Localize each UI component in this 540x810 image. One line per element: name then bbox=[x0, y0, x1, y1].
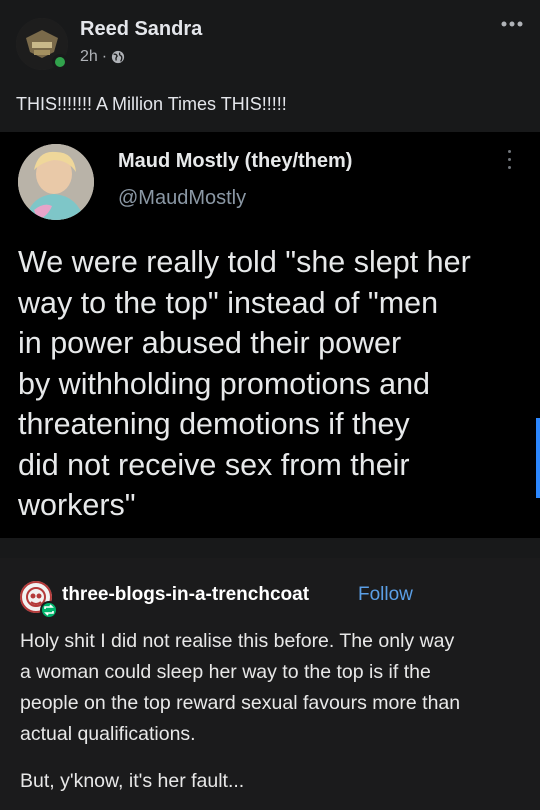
tumblr-line: a woman could sleep her way to the top i… bbox=[20, 661, 431, 683]
tweet-line: did not receive sex from their bbox=[18, 447, 410, 482]
tweet-line: workers" bbox=[18, 488, 136, 522]
meta-separator: · bbox=[101, 48, 108, 65]
tweet-author-avatar bbox=[18, 144, 94, 220]
more-horizontal-icon[interactable] bbox=[500, 16, 524, 36]
globe-icon bbox=[112, 50, 125, 64]
follow-button[interactable]: Follow bbox=[358, 584, 413, 606]
tumblr-username[interactable]: three-blogs-in-a-trenchcoat bbox=[62, 584, 309, 606]
reblog-icon bbox=[40, 601, 58, 619]
tumblr-paragraph: Holy shit I did not realise this before.… bbox=[20, 626, 520, 750]
tweet-line: We were really told "she slept her bbox=[18, 245, 471, 279]
tweet-line: in power abused their power bbox=[18, 326, 402, 360]
tumblr-line: people on the top reward sexual favours … bbox=[20, 692, 461, 714]
post-header: Reed Sandra 2h · bbox=[0, 0, 540, 88]
post-meta: 2h · bbox=[80, 48, 125, 66]
post-text: THIS!!!!!!! A Million Times THIS!!!!! bbox=[16, 94, 287, 114]
tweet-line: way to the top" instead of "men bbox=[18, 285, 439, 320]
tweet-text: We were really told "she slept her way t… bbox=[18, 242, 518, 526]
tweet-screenshot: Maud Mostly (they/them) @MaudMostly We w… bbox=[0, 132, 540, 538]
tumblr-post-text: Holy shit I did not realise this before.… bbox=[20, 626, 520, 797]
tumblr-paragraph-2: But, y'know, it's her fault... bbox=[20, 770, 245, 792]
online-status-indicator bbox=[52, 54, 68, 70]
post-time[interactable]: 2h bbox=[80, 48, 98, 66]
tumblr-line: Holy shit I did not realise this before.… bbox=[20, 630, 455, 652]
tweet-author-handle: @MaudMostly bbox=[118, 187, 247, 209]
tweet-line: by withholding promotions and bbox=[18, 366, 431, 401]
more-vertical-icon bbox=[507, 150, 513, 174]
tumblr-line: actual qualifications. bbox=[20, 723, 196, 745]
facebook-post: Reed Sandra 2h · THIS!!!!!!! A Million T… bbox=[0, 0, 540, 810]
tweet-author-name: Maud Mostly (they/them) bbox=[118, 150, 353, 172]
scrollbar[interactable] bbox=[536, 418, 540, 498]
tweet-line: threatening demotions if they bbox=[18, 407, 410, 441]
author-name[interactable]: Reed Sandra bbox=[80, 18, 202, 41]
tumblr-post-screenshot: three-blogs-in-a-trenchcoat Follow Holy … bbox=[0, 558, 540, 810]
